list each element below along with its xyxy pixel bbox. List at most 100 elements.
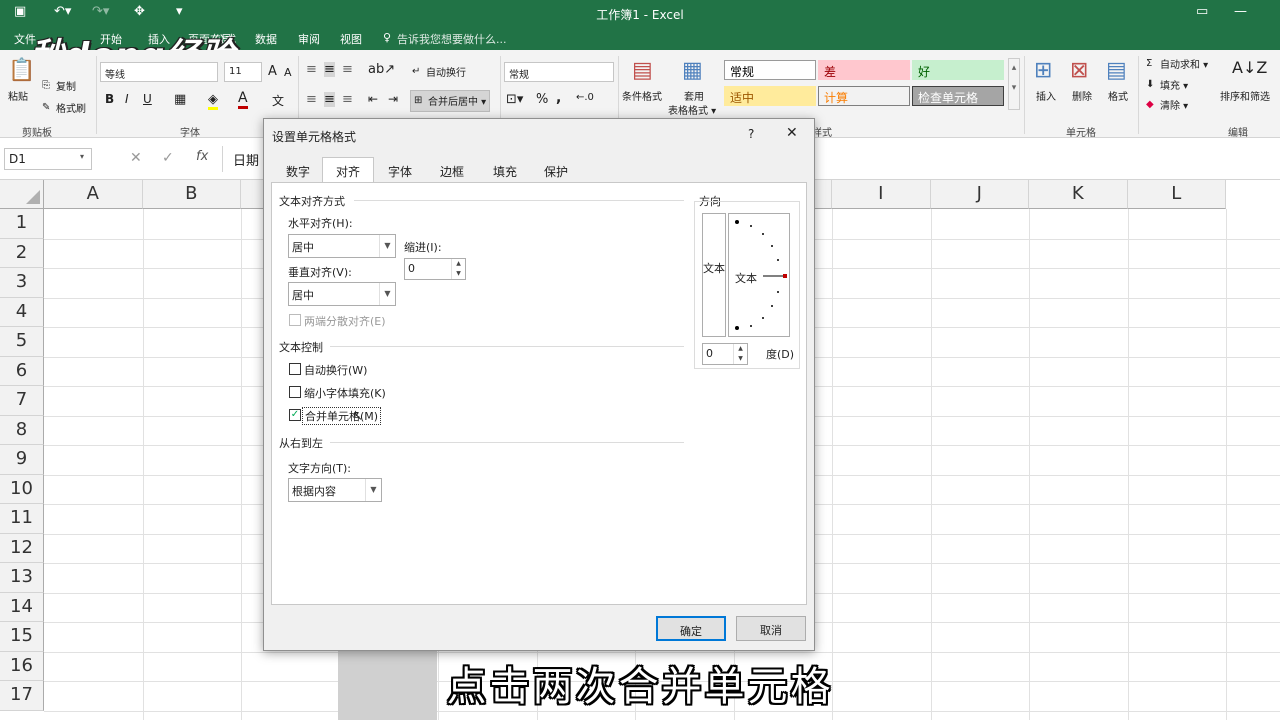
ok-button[interactable]: 确定	[656, 616, 726, 641]
comma-button[interactable]: ,	[556, 90, 561, 106]
row-header-11[interactable]: 11	[0, 504, 44, 534]
wrap-text-button[interactable]: ↵ 自动换行	[412, 64, 466, 80]
font-color-icon[interactable]: A	[238, 90, 248, 109]
format-cells-icon[interactable]: ▤	[1106, 58, 1127, 83]
style-normal[interactable]: 常规	[724, 60, 816, 80]
sort-filter-button[interactable]: 排序和筛选	[1220, 88, 1270, 103]
style-calculation[interactable]: 计算	[818, 86, 910, 106]
row-header-3[interactable]: 3	[0, 268, 44, 298]
ribbon-display-icon[interactable]: ▭	[1196, 4, 1208, 19]
delete-cells-button[interactable]: 删除	[1072, 88, 1092, 103]
orientation-dial[interactable]: 文本	[728, 213, 790, 337]
row-header-12[interactable]: 12	[0, 533, 44, 563]
align-middle-icon[interactable]: ≡	[324, 62, 335, 77]
vertical-text-box[interactable]: 文本	[702, 213, 726, 337]
spin-down-icon[interactable]: ▼	[734, 354, 747, 364]
percent-button[interactable]: %	[536, 92, 548, 107]
column-header-L[interactable]: L	[1127, 180, 1226, 209]
tab-fill[interactable]: 填充	[480, 157, 530, 182]
bold-button[interactable]: B	[105, 92, 114, 106]
cancel-entry-icon[interactable]: ✕	[130, 150, 142, 166]
style-neutral[interactable]: 适中	[724, 86, 816, 106]
row-header-7[interactable]: 7	[0, 386, 44, 416]
style-bad[interactable]: 差	[818, 60, 910, 80]
increase-decimal-icon[interactable]: ←.0	[576, 92, 594, 103]
phonetic-icon[interactable]: 文	[272, 92, 284, 109]
shrink-to-fit-checkbox[interactable]	[289, 386, 301, 398]
menu-review[interactable]: 审阅	[298, 31, 320, 47]
align-right-icon[interactable]: ≡	[342, 92, 353, 107]
align-left-icon[interactable]: ≡	[306, 92, 317, 107]
row-header-6[interactable]: 6	[0, 356, 44, 386]
name-box-dropdown-icon[interactable]: ▾	[80, 152, 84, 161]
borders-icon[interactable]: ▦	[174, 92, 186, 107]
row-header-14[interactable]: 14	[0, 592, 44, 622]
spin-up-icon[interactable]: ▲	[452, 259, 465, 269]
sort-filter-icon[interactable]: A↓Z	[1232, 58, 1267, 77]
merge-cells-checkbox[interactable]: ✓	[289, 409, 301, 421]
column-header-B[interactable]: B	[142, 180, 241, 209]
style-check-cell[interactable]: 检查单元格	[912, 86, 1004, 106]
number-format-combo[interactable]: 常规	[504, 62, 614, 82]
merge-center-button[interactable]: ⊞ 合并后居中 ▾	[410, 90, 491, 112]
italic-button[interactable]: I	[125, 92, 129, 106]
cancel-button[interactable]: 取消	[736, 616, 806, 641]
column-header-J[interactable]: J	[930, 180, 1029, 209]
vertical-align-select[interactable]: 居中 ▼	[288, 282, 396, 306]
tell-me-box[interactable]: 告诉我您想要做什么...	[397, 31, 507, 47]
orientation-icon[interactable]: ab↗	[368, 62, 395, 77]
column-header-A[interactable]: A	[44, 180, 143, 209]
copy-button[interactable]: ⎘ 复制	[42, 78, 76, 94]
delete-cells-icon[interactable]: ⊠	[1070, 58, 1088, 83]
fill-button[interactable]: ⬇ 填充 ▾	[1146, 77, 1188, 93]
style-good[interactable]: 好	[912, 60, 1004, 80]
insert-cells-button[interactable]: 插入	[1036, 88, 1056, 103]
format-as-table-icon[interactable]: ▦	[682, 58, 703, 83]
shrink-font-icon[interactable]: A	[284, 66, 292, 79]
insert-function-icon[interactable]: fx	[196, 149, 208, 164]
row-header-4[interactable]: 4	[0, 297, 44, 327]
grow-font-icon[interactable]: A	[268, 64, 277, 79]
autosum-button[interactable]: Σ 自动求和 ▾	[1146, 56, 1208, 72]
row-header-2[interactable]: 2	[0, 238, 44, 268]
horizontal-align-select[interactable]: 居中 ▼	[288, 234, 396, 258]
dialog-close-button[interactable]: ✕	[786, 125, 798, 141]
tab-number[interactable]: 数字	[276, 157, 320, 182]
fill-color-icon[interactable]: ◈	[208, 92, 218, 110]
format-cells-button[interactable]: 格式	[1108, 88, 1128, 103]
conditional-format-button[interactable]: 条件格式	[622, 88, 662, 103]
column-header-K[interactable]: K	[1029, 180, 1128, 209]
paste-icon[interactable]: 📋	[8, 58, 35, 83]
degrees-spinner[interactable]: 0 ▲ ▼	[702, 343, 748, 365]
currency-icon[interactable]: ⊡▾	[506, 92, 523, 107]
row-header-10[interactable]: 10	[0, 474, 44, 504]
text-direction-select[interactable]: 根据内容 ▼	[288, 478, 382, 502]
menu-data[interactable]: 数据	[255, 31, 277, 47]
spin-down-icon[interactable]: ▼	[452, 269, 465, 279]
tab-alignment[interactable]: 对齐	[322, 157, 374, 183]
tab-font[interactable]: 字体	[376, 157, 424, 182]
row-header-9[interactable]: 9	[0, 445, 44, 475]
minimize-icon[interactable]: —	[1234, 4, 1247, 19]
wrap-text-checkbox[interactable]	[289, 363, 301, 375]
styles-scroll[interactable]: ▴ ▾	[1008, 58, 1020, 110]
indent-spinner[interactable]: 0 ▲ ▼	[404, 258, 466, 280]
tab-border[interactable]: 边框	[426, 157, 478, 182]
menu-view[interactable]: 视图	[340, 31, 362, 47]
format-painter-button[interactable]: ✎ 格式刷	[42, 100, 86, 116]
help-button[interactable]: ?	[748, 127, 754, 141]
format-as-table-button[interactable]: 套用	[684, 88, 704, 103]
align-center-icon[interactable]: ≡	[324, 92, 335, 107]
underline-button[interactable]: U	[143, 92, 152, 106]
decrease-indent-icon[interactable]: ⇤	[368, 92, 378, 106]
row-header-13[interactable]: 13	[0, 563, 44, 593]
conditional-format-icon[interactable]: ▤	[632, 58, 653, 83]
increase-indent-icon[interactable]: ⇥	[388, 92, 398, 106]
spin-up-icon[interactable]: ▲	[734, 344, 747, 354]
insert-cells-icon[interactable]: ⊞	[1034, 58, 1052, 83]
row-header-15[interactable]: 15	[0, 622, 44, 652]
align-bottom-icon[interactable]: ≡	[342, 62, 353, 77]
column-header-I[interactable]: I	[832, 180, 931, 209]
confirm-entry-icon[interactable]: ✓	[162, 150, 174, 166]
align-top-icon[interactable]: ≡	[306, 62, 317, 77]
